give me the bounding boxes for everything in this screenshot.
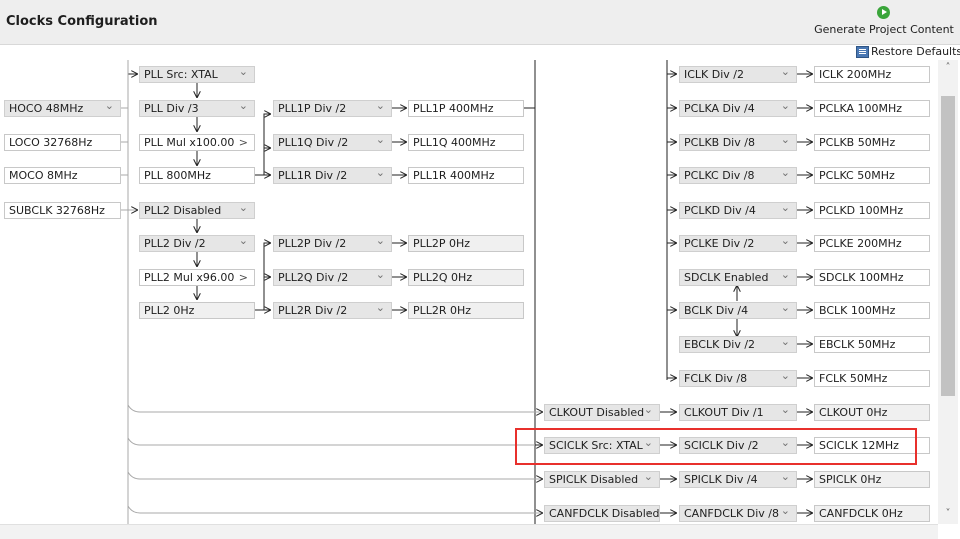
clkout-div-select[interactable]: CLKOUT Div /1 (679, 404, 797, 421)
canfdclk-div-select[interactable]: CANFDCLK Div /8 (679, 505, 797, 522)
pclka-output: PCLKA 100MHz (814, 100, 930, 117)
pll2r-div-select[interactable]: PLL2R Div /2 (273, 302, 392, 319)
pll1r-div-select[interactable]: PLL1R Div /2 (273, 167, 392, 184)
spiclk-src-select[interactable]: SPICLK Disabled (544, 471, 660, 488)
sdclk-enable-select[interactable]: SDCLK Enabled (679, 269, 797, 286)
pll-mul-input[interactable]: PLL Mul x100.00 (139, 134, 255, 151)
pll1p-output: PLL1P 400MHz (408, 100, 524, 117)
clkout-src-select[interactable]: CLKOUT Disabled (544, 404, 660, 421)
moco-clock: MOCO 8MHz (4, 167, 121, 184)
pll-src-select[interactable]: PLL Src: XTAL (139, 66, 255, 83)
iclk-output: ICLK 200MHz (814, 66, 930, 83)
pclkb-div-select[interactable]: PCLKB Div /8 (679, 134, 797, 151)
sdclk-output: SDCLK 100MHz (814, 269, 930, 286)
iclk-div-select[interactable]: ICLK Div /2 (679, 66, 797, 83)
subclk-clock: SUBCLK 32768Hz (4, 202, 121, 219)
bottom-tab-bar (0, 524, 938, 539)
hoco-select[interactable]: HOCO 48MHz (4, 100, 121, 117)
fclk-div-select[interactable]: FCLK Div /8 (679, 370, 797, 387)
canfdclk-output: CANFDCLK 0Hz (814, 505, 930, 522)
spiclk-div-select[interactable]: SPICLK Div /4 (679, 471, 797, 488)
pclke-output: PCLKE 200MHz (814, 235, 930, 252)
pll-div-select[interactable]: PLL Div /3 (139, 100, 255, 117)
header-bar: Clocks Configuration Generate Project Co… (0, 0, 960, 45)
pll1p-div-select[interactable]: PLL1P Div /2 (273, 100, 392, 117)
pclke-div-select[interactable]: PCLKE Div /2 (679, 235, 797, 252)
pll2-output: PLL2 0Hz (139, 302, 255, 319)
pclkd-div-select[interactable]: PCLKD Div /4 (679, 202, 797, 219)
generate-label: Generate Project Content (814, 23, 954, 36)
pclka-div-select[interactable]: PCLKA Div /4 (679, 100, 797, 117)
page-title: Clocks Configuration (6, 14, 158, 29)
pll2-enable-select[interactable]: PLL2 Disabled (139, 202, 255, 219)
canfdclk-src-select[interactable]: CANFDCLK Disabled (544, 505, 660, 522)
pll2-div-select[interactable]: PLL2 Div /2 (139, 235, 255, 252)
loco-clock: LOCO 32768Hz (4, 134, 121, 151)
pclkb-output: PCLKB 50MHz (814, 134, 930, 151)
bclk-output: BCLK 100MHz (814, 302, 930, 319)
pll-output: PLL 800MHz (139, 167, 255, 184)
scrollbar-thumb[interactable] (941, 96, 955, 396)
bclk-div-select[interactable]: BCLK Div /4 (679, 302, 797, 319)
ebclk-div-select[interactable]: EBCLK Div /2 (679, 336, 797, 353)
spiclk-output: SPICLK 0Hz (814, 471, 930, 488)
vertical-scrollbar[interactable]: ˄ ˅ (938, 60, 958, 524)
restore-defaults-icon (856, 46, 869, 58)
restore-label: Restore Defaults (871, 45, 960, 58)
pll2-mul-input[interactable]: PLL2 Mul x96.00 (139, 269, 255, 286)
pclkd-output: PCLKD 100MHz (814, 202, 930, 219)
pll2p-output: PLL2P 0Hz (408, 235, 524, 252)
fclk-output: FCLK 50MHz (814, 370, 930, 387)
pll1r-output: PLL1R 400MHz (408, 167, 524, 184)
pll1q-div-select[interactable]: PLL1Q Div /2 (273, 134, 392, 151)
generate-project-content-button[interactable]: Generate Project Content (814, 6, 954, 40)
ebclk-output: EBCLK 50MHz (814, 336, 930, 353)
pll2r-output: PLL2R 0Hz (408, 302, 524, 319)
scroll-up-icon[interactable]: ˄ (938, 62, 958, 76)
clkout-output: CLKOUT 0Hz (814, 404, 930, 421)
pll2q-div-select[interactable]: PLL2Q Div /2 (273, 269, 392, 286)
pll2p-div-select[interactable]: PLL2P Div /2 (273, 235, 392, 252)
pll2q-output: PLL2Q 0Hz (408, 269, 524, 286)
pll1q-output: PLL1Q 400MHz (408, 134, 524, 151)
pclkc-output: PCLKC 50MHz (814, 167, 930, 184)
restore-defaults-button[interactable]: Restore Defaults (856, 44, 960, 60)
pclkc-div-select[interactable]: PCLKC Div /8 (679, 167, 797, 184)
scroll-down-icon[interactable]: ˅ (938, 508, 958, 522)
sciclk-highlight-box (515, 428, 917, 465)
play-circle-icon (877, 6, 890, 19)
